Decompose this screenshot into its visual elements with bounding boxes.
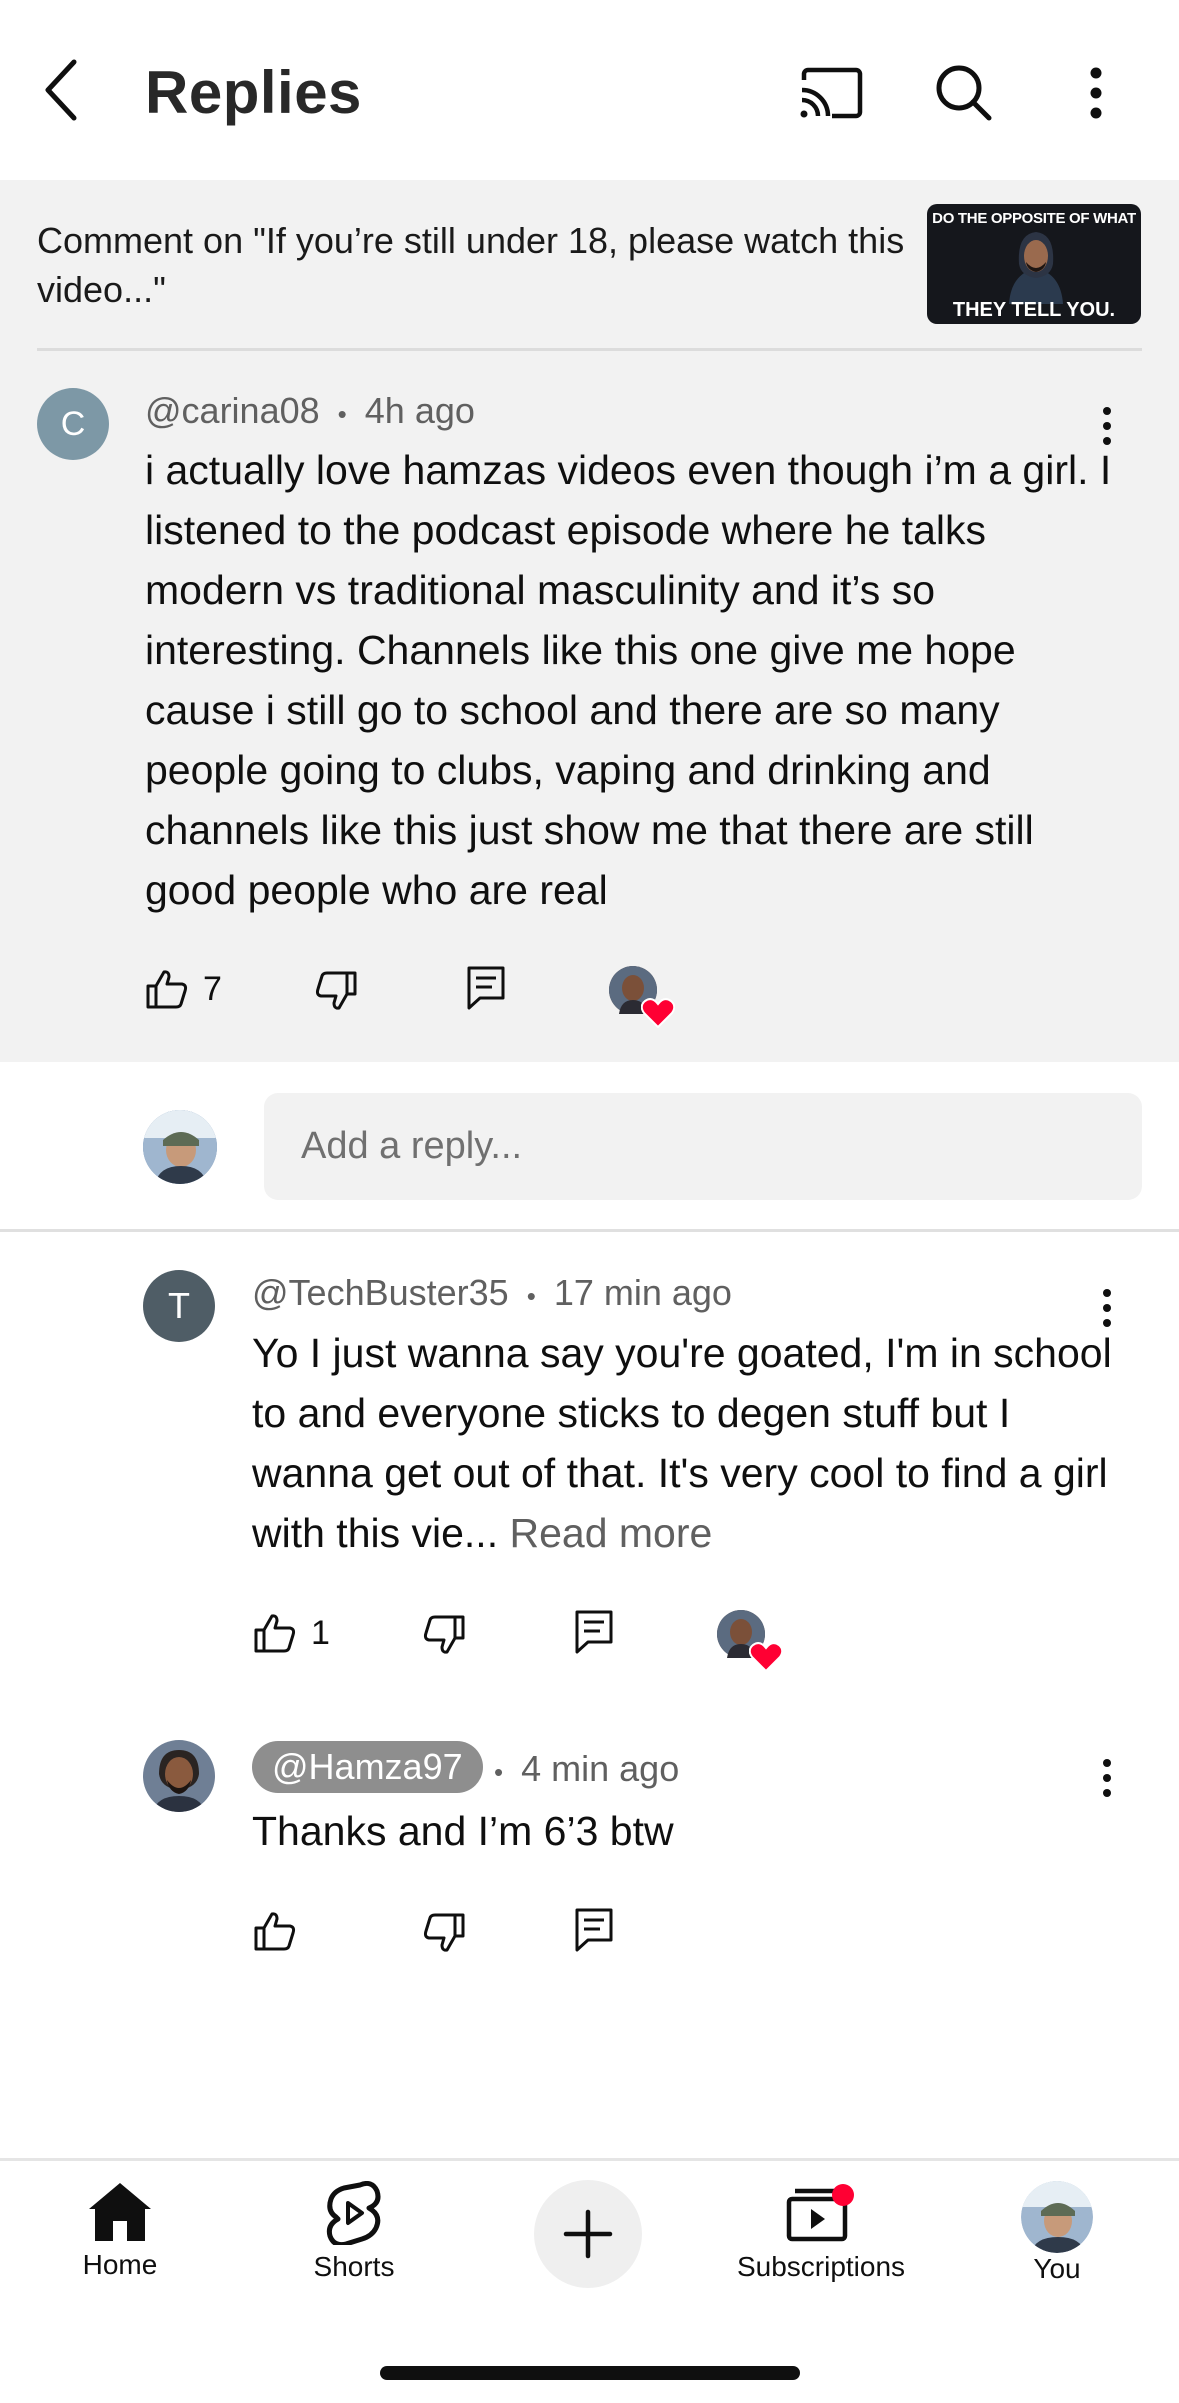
heart-icon xyxy=(749,1642,783,1672)
reply-avatar[interactable] xyxy=(143,1740,215,1812)
nav-subscriptions[interactable]: Subscriptions xyxy=(721,2181,921,2283)
comment-time: 4h ago xyxy=(364,390,475,431)
video-thumbnail[interactable]: DO THE OPPOSITE OF WHAT THEY TELL YOU. xyxy=(927,204,1141,324)
nav-label: Subscriptions xyxy=(736,2251,906,2282)
thumbnail-person-image xyxy=(1009,232,1063,304)
reply-comment-icon xyxy=(575,1908,613,1952)
comment-text: i actually love hamzas videos even thoug… xyxy=(145,447,1112,913)
creator-handle-chip[interactable]: @Hamza97 xyxy=(252,1741,483,1793)
kebab-dot xyxy=(1103,422,1111,430)
creator-heart-badge xyxy=(717,1610,783,1672)
user-avatar xyxy=(143,1110,217,1184)
kebab-dot xyxy=(1103,1759,1111,1767)
nav-shorts[interactable]: Shorts xyxy=(254,2181,454,2283)
dislike-button[interactable] xyxy=(422,1614,466,1656)
kebab-dot xyxy=(1103,1289,1111,1297)
meta-separator: • xyxy=(494,1757,504,1787)
kebab-dot xyxy=(1103,407,1111,415)
cast-button[interactable] xyxy=(793,55,868,130)
add-reply-row xyxy=(0,1062,1179,1232)
reply-input[interactable] xyxy=(264,1093,1142,1200)
meta-separator: • xyxy=(337,399,347,429)
dislike-button[interactable] xyxy=(314,970,358,1012)
thumbnail-caption-bottom: THEY TELL YOU. xyxy=(952,299,1116,321)
reply-comment-icon xyxy=(575,1610,613,1654)
reply-text-block: Yo I just wanna say you're goated, I'm i… xyxy=(252,1323,1122,1563)
comment-author[interactable]: @carina08 xyxy=(145,390,320,431)
reply-avatar[interactable]: T xyxy=(143,1270,215,1342)
thumbs-down-icon xyxy=(315,971,357,1010)
search-button[interactable] xyxy=(926,55,1001,130)
video-context-text[interactable]: Comment on "If you’re still under 18, pl… xyxy=(37,216,917,314)
like-button[interactable] xyxy=(253,1910,297,1952)
reply-button[interactable] xyxy=(574,1609,614,1655)
reply-comment-icon xyxy=(467,966,505,1010)
meta-separator: • xyxy=(526,1281,536,1311)
subscriptions-icon xyxy=(786,2184,854,2242)
creator-avatar xyxy=(143,1740,215,1812)
kebab-dot xyxy=(1103,1789,1111,1797)
home-icon xyxy=(89,2183,151,2241)
reply-meta: • 4 min ago xyxy=(494,1748,679,1790)
thumbs-up-icon xyxy=(254,1912,296,1951)
profile-avatar-icon xyxy=(1021,2181,1093,2253)
like-button[interactable]: 7 xyxy=(145,968,222,1010)
kebab-dot xyxy=(1103,1774,1111,1782)
thumbs-up-icon xyxy=(254,1614,296,1653)
nav-label: Shorts xyxy=(313,2251,395,2282)
nav-label: Home xyxy=(82,2249,158,2280)
reply-author[interactable]: @TechBuster35 xyxy=(252,1272,509,1313)
comment-context-panel: Comment on "If you’re still under 18, pl… xyxy=(0,180,1179,1062)
reply-button[interactable] xyxy=(466,965,506,1011)
reply-time: 4 min ago xyxy=(521,1748,680,1789)
reply-button[interactable] xyxy=(574,1907,614,1953)
page-title: Replies xyxy=(145,59,362,126)
cast-icon xyxy=(800,67,862,118)
creator-heart-badge xyxy=(609,966,675,1028)
nav-home[interactable]: Home xyxy=(20,2181,220,2281)
nav-label: You xyxy=(1033,2253,1081,2284)
divider xyxy=(0,1229,1179,1232)
like-count: 7 xyxy=(203,969,222,1008)
user-avatar-image xyxy=(143,1110,217,1184)
reply-text: Thanks and I’m 6’3 btw xyxy=(252,1808,674,1854)
create-button[interactable] xyxy=(534,2180,642,2288)
read-more-link[interactable]: Read more xyxy=(510,1510,713,1556)
dislike-button[interactable] xyxy=(422,1912,466,1954)
more-vert-icon xyxy=(1090,67,1101,118)
reply-more-button[interactable] xyxy=(1092,1753,1122,1803)
like-button[interactable]: 1 xyxy=(253,1612,330,1654)
search-icon xyxy=(936,65,991,120)
reply-time: 17 min ago xyxy=(553,1272,732,1313)
comment-meta: @carina08 • 4h ago xyxy=(145,390,475,432)
more-options-button[interactable] xyxy=(1058,55,1133,130)
thumbs-down-icon xyxy=(423,1615,465,1654)
commenter-avatar[interactable]: C xyxy=(37,388,109,460)
divider xyxy=(37,348,1142,351)
like-count: 1 xyxy=(311,1613,330,1652)
reply-meta: @TechBuster35 • 17 min ago xyxy=(252,1272,732,1314)
kebab-dot xyxy=(1103,1304,1111,1312)
thumbs-down-icon xyxy=(423,1913,465,1952)
nav-you[interactable]: You xyxy=(957,2181,1157,2285)
heart-icon xyxy=(641,998,675,1028)
back-arrow-icon xyxy=(45,59,77,121)
create-plus-icon xyxy=(563,2209,613,2259)
home-indicator[interactable] xyxy=(380,2366,800,2380)
app-header: Replies xyxy=(0,0,1179,180)
back-button[interactable] xyxy=(40,50,100,130)
thumbs-up-icon xyxy=(146,970,188,1009)
shorts-icon xyxy=(326,2181,381,2245)
